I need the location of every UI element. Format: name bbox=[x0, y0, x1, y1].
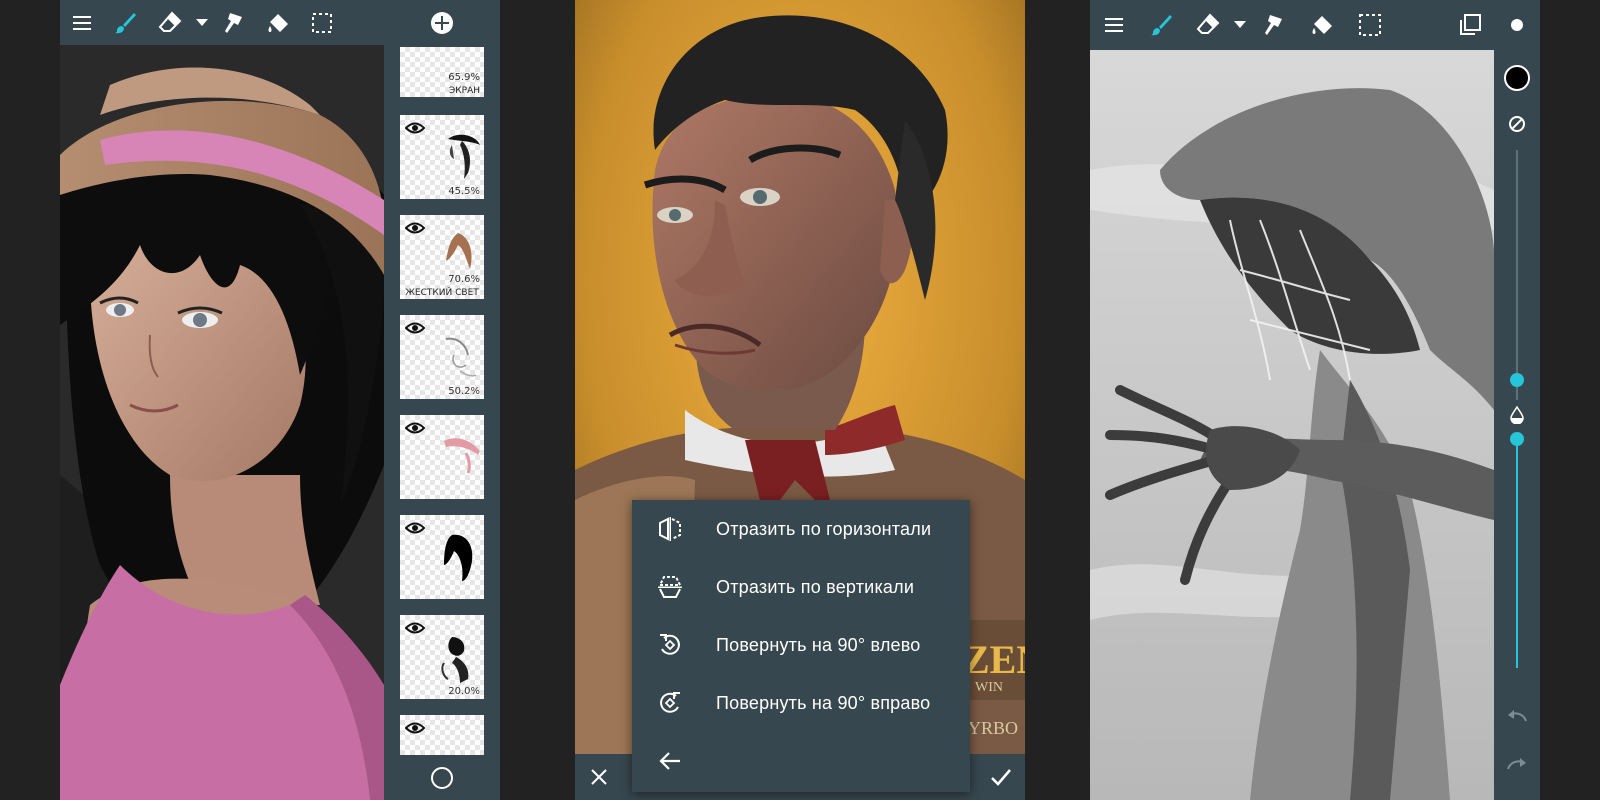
plus-circle-icon bbox=[431, 11, 453, 34]
layer-opacity: 65.9% bbox=[448, 72, 480, 83]
menu-item-rotate-left[interactable]: Повернуть на 90° влево bbox=[632, 616, 970, 674]
menu-icon[interactable] bbox=[60, 1, 104, 45]
logo-line-2: WIN bbox=[975, 680, 1003, 695]
layer-item[interactable]: 65.9% ЭКРАН bbox=[400, 47, 484, 97]
layer-opacity: 50.2% bbox=[448, 386, 480, 397]
layers-list[interactable]: 65.9% ЭКРАН 45.5% 70.6% ЖЕСТКИЙ СВЕТ 50.… bbox=[384, 45, 500, 755]
opacity-icon bbox=[1510, 406, 1524, 424]
fill-icon[interactable] bbox=[1298, 0, 1346, 50]
layer-item[interactable]: 20.0% bbox=[400, 615, 484, 699]
painting-girl-hat bbox=[60, 45, 384, 800]
brush-size-icon[interactable] bbox=[1494, 0, 1540, 50]
close-icon bbox=[591, 769, 607, 785]
check-icon bbox=[991, 769, 1011, 786]
flip-vertical-icon bbox=[650, 574, 690, 600]
eye-icon[interactable] bbox=[405, 621, 425, 635]
brush-icon[interactable] bbox=[104, 1, 148, 45]
layer-opacity: 70.6% bbox=[448, 274, 480, 285]
rotate-left-icon bbox=[650, 632, 690, 658]
cancel-button[interactable] bbox=[575, 754, 623, 800]
fill-icon[interactable] bbox=[256, 1, 300, 45]
eye-icon[interactable] bbox=[405, 521, 425, 535]
color-swatch-icon bbox=[1504, 65, 1530, 91]
eraser-icon[interactable] bbox=[148, 1, 192, 45]
menu-item-flip-horizontal[interactable]: Отразить по горизонтали bbox=[632, 500, 970, 558]
confirm-button[interactable] bbox=[977, 754, 1025, 800]
opacity-icon-holder bbox=[1494, 400, 1540, 430]
menu-item-label: Отразить по горизонтали bbox=[716, 518, 932, 539]
layer-preview bbox=[444, 534, 473, 581]
eye-icon[interactable] bbox=[405, 321, 425, 335]
undo-button[interactable] bbox=[1494, 698, 1540, 734]
layer-blend-mode: ЖЕСТКИЙ СВЕТ bbox=[405, 288, 479, 298]
layer-opacity: 20.0% bbox=[448, 686, 480, 697]
layers-panel: 65.9% ЭКРАН 45.5% 70.6% ЖЕСТКИЙ СВЕТ 50.… bbox=[384, 0, 500, 800]
brush-size-thumb[interactable] bbox=[1510, 373, 1524, 387]
layer-options-button[interactable] bbox=[384, 755, 500, 800]
opacity-thumb[interactable] bbox=[1510, 432, 1524, 446]
panel-3-screenshot bbox=[1090, 0, 1540, 800]
canvas[interactable] bbox=[60, 45, 384, 800]
layer-preview bbox=[441, 637, 469, 683]
toolbar bbox=[60, 0, 384, 45]
rotate-right-icon bbox=[650, 690, 690, 716]
layer-preview bbox=[445, 337, 477, 377]
menu-item-label: Отразить по вертикали bbox=[716, 576, 915, 597]
logo-subtext: WIN bbox=[975, 680, 1003, 696]
circle-icon bbox=[431, 766, 453, 789]
eraser-icon[interactable] bbox=[1186, 0, 1230, 50]
layer-item[interactable]: 70.6% ЖЕСТКИЙ СВЕТ bbox=[400, 215, 484, 299]
layer-item[interactable] bbox=[400, 515, 484, 599]
toolbar bbox=[1090, 0, 1540, 50]
smudge-icon[interactable] bbox=[212, 1, 256, 45]
layer-item[interactable]: 45.5% bbox=[400, 115, 484, 199]
menu-item-rotate-right[interactable]: Повернуть на 90° вправо bbox=[632, 674, 970, 732]
redo-icon bbox=[1507, 758, 1526, 770]
layer-item[interactable] bbox=[400, 715, 484, 755]
no-color-icon bbox=[1509, 116, 1525, 132]
back-arrow-icon bbox=[650, 750, 690, 772]
layer-item[interactable]: 50.2% bbox=[400, 315, 484, 399]
menu-item-flip-vertical[interactable]: Отразить по вертикали bbox=[632, 558, 970, 616]
dropdown-icon[interactable] bbox=[1230, 0, 1250, 50]
layer-preview bbox=[444, 438, 480, 474]
layer-preview bbox=[446, 233, 472, 269]
eye-icon[interactable] bbox=[405, 421, 425, 435]
dropdown-icon[interactable] bbox=[192, 1, 212, 45]
layer-opacity: 45.5% bbox=[448, 186, 480, 197]
brush-size-slider[interactable] bbox=[1510, 150, 1524, 400]
menu-item-label: Повернуть на 90° вправо bbox=[716, 692, 931, 713]
add-layer-button[interactable] bbox=[384, 0, 500, 45]
menu-back-button[interactable] bbox=[632, 732, 970, 790]
layers-icon[interactable] bbox=[1446, 0, 1494, 50]
eye-icon[interactable] bbox=[405, 721, 425, 735]
panel-1-screenshot: 65.9% ЭКРАН 45.5% 70.6% ЖЕСТКИЙ СВЕТ 50.… bbox=[60, 0, 500, 800]
redo-button[interactable] bbox=[1494, 746, 1540, 782]
selection-icon[interactable] bbox=[300, 1, 344, 45]
logo-line-1: ZEN bbox=[963, 637, 1025, 682]
panel-2-screenshot: ZEN WIN HYRBO Отразить по горизонтали От… bbox=[575, 0, 1025, 800]
color-swatch-button[interactable] bbox=[1494, 58, 1540, 98]
layer-item[interactable] bbox=[400, 415, 484, 499]
flip-horizontal-icon bbox=[650, 516, 690, 542]
eye-icon[interactable] bbox=[405, 221, 425, 235]
selection-icon[interactable] bbox=[1346, 0, 1394, 50]
eye-icon[interactable] bbox=[405, 121, 425, 135]
transform-menu: Отразить по горизонтали Отразить по верт… bbox=[632, 500, 970, 792]
logo-text: ZEN bbox=[963, 640, 1025, 680]
no-color-button[interactable] bbox=[1494, 106, 1540, 142]
brush-icon[interactable] bbox=[1138, 0, 1186, 50]
smudge-icon[interactable] bbox=[1250, 0, 1298, 50]
layer-preview bbox=[448, 134, 480, 179]
side-panel bbox=[1494, 50, 1540, 800]
menu-icon[interactable] bbox=[1090, 0, 1138, 50]
opacity-slider[interactable] bbox=[1510, 432, 1524, 668]
undo-icon bbox=[1508, 710, 1527, 722]
layer-blend-mode: ЭКРАН bbox=[448, 86, 480, 96]
painting-creature-sketch bbox=[1090, 50, 1494, 800]
menu-item-label: Повернуть на 90° влево bbox=[716, 634, 921, 655]
